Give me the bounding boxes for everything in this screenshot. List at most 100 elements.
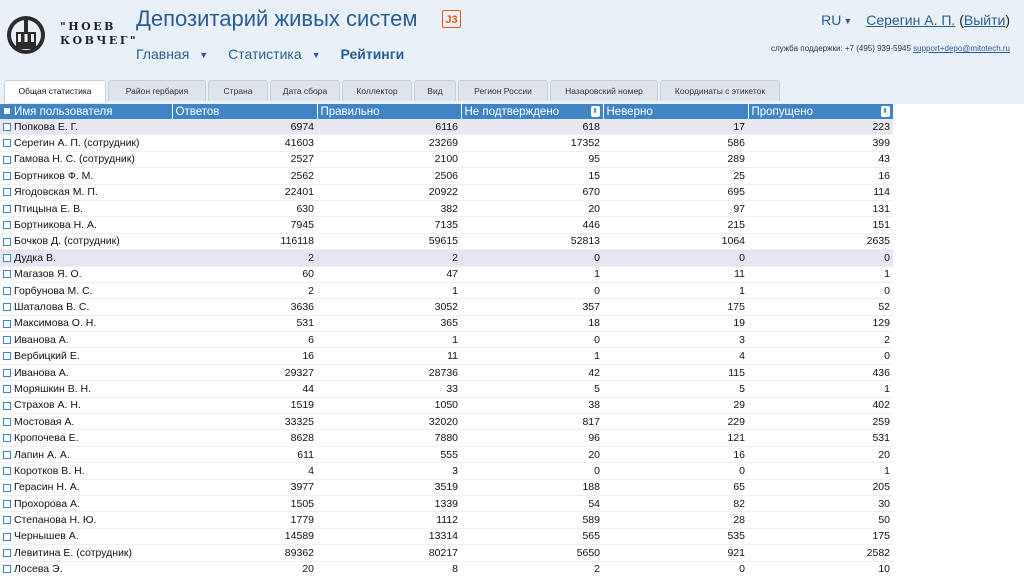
support-email-link[interactable]: support+depo@mitotech.ru xyxy=(913,44,1010,53)
tab-label-coordinates[interactable]: Координаты с этикеток xyxy=(660,80,780,101)
table-row[interactable]: Горбунова М. С. 2 1 0 1 0 xyxy=(0,282,893,300)
row-checkbox[interactable] xyxy=(3,450,11,459)
site-title[interactable]: Депозитарий живых систем xyxy=(136,6,418,32)
table-row[interactable]: Серегин А. П. (сотрудник) 41603 23269 17352… xyxy=(0,134,893,152)
table-row[interactable]: Моряшкин В. Н. 44 33 5 5 1 xyxy=(0,380,893,398)
row-checkbox[interactable] xyxy=(3,417,11,426)
table-row[interactable]: Шаталова В. С. 3636 3052 357 175 52 xyxy=(0,298,893,316)
row-checkbox[interactable] xyxy=(3,204,11,213)
row-checkbox[interactable] xyxy=(3,122,11,131)
cell-user-name: Иванова А. xyxy=(0,364,172,382)
cell-value: 96 xyxy=(461,429,603,447)
cell-user-name: Бортников Ф. М. xyxy=(0,167,172,185)
row-checkbox[interactable] xyxy=(3,221,11,230)
row-checkbox[interactable] xyxy=(3,270,11,279)
row-checkbox[interactable] xyxy=(3,549,11,558)
column-header-unconfirmed[interactable]: Не подтверждено ⬍ xyxy=(461,104,604,119)
cell-value: 97 xyxy=(603,200,748,218)
tab-general[interactable]: Общая статистика xyxy=(4,80,106,103)
nav-item-statistics[interactable]: Статистика ▼ xyxy=(228,46,328,62)
row-checkbox[interactable] xyxy=(3,188,11,197)
column-header-skipped[interactable]: Пропущено ⬍ xyxy=(748,104,894,119)
cell-value: 18 xyxy=(461,315,603,333)
table-row[interactable]: Степанова Н. Ю. 1779 1112 589 28 50 xyxy=(0,511,893,529)
table-row[interactable]: Кропочева Е. 8628 7880 96 121 531 xyxy=(0,429,893,447)
language-selector[interactable]: RU ▼ xyxy=(821,12,852,28)
ark-logo-icon[interactable] xyxy=(6,14,46,56)
table-row[interactable]: Лапин А. А. 611 555 20 16 20 xyxy=(0,446,893,464)
row-checkbox[interactable] xyxy=(3,467,11,476)
table-row[interactable]: Бочков Д. (сотрудник) 116118 59615 52813 106… xyxy=(0,233,893,251)
row-checkbox[interactable] xyxy=(3,319,11,328)
cell-value: 38 xyxy=(461,397,603,415)
row-checkbox[interactable] xyxy=(3,254,11,263)
cell-value: 1339 xyxy=(317,495,461,513)
row-checkbox[interactable] xyxy=(3,335,11,344)
tab-collector[interactable]: Коллектор xyxy=(342,80,412,101)
column-header-correct[interactable]: Правильно xyxy=(317,104,462,119)
row-checkbox[interactable] xyxy=(3,499,11,508)
cell-value: 2 xyxy=(748,331,893,349)
user-name-text: Горбунова М. С. xyxy=(14,284,93,297)
sort-icon[interactable]: ⬍ xyxy=(880,106,890,117)
user-name-link[interactable]: Серегин А. П. xyxy=(866,12,955,28)
tab-species[interactable]: Вид xyxy=(414,80,456,101)
row-checkbox[interactable] xyxy=(3,565,11,574)
table-row[interactable]: Лосева Э. 20 8 2 0 10 xyxy=(0,561,893,576)
user-name-text: Ягодовская М. П. xyxy=(14,186,98,199)
tab-country[interactable]: Страна xyxy=(208,80,268,101)
row-checkbox[interactable] xyxy=(3,434,11,443)
table-row[interactable]: Вербицкий Е. 16 11 1 4 0 xyxy=(0,347,893,365)
ratings-grid: Имя пользователя Ответов Правильно Не по… xyxy=(0,104,1024,576)
column-header-user[interactable]: Имя пользователя xyxy=(0,104,173,119)
cell-value: 17352 xyxy=(461,134,603,152)
table-row[interactable]: Мостовая А. 33325 32020 817 229 259 xyxy=(0,413,893,431)
table-row[interactable]: Бортникова Н. А. 7945 7135 446 215 151 xyxy=(0,216,893,234)
row-checkbox[interactable] xyxy=(3,139,11,148)
table-row[interactable]: Гамова Н. С. (сотрудник) 2527 2100 95 289 43 xyxy=(0,151,893,169)
j3-badge-icon[interactable]: J3 xyxy=(442,10,461,28)
support-info: служба поддержки: +7 (495) 939-5945 supp… xyxy=(771,44,1010,53)
table-row[interactable]: Чернышев А. 14589 13314 565 535 175 xyxy=(0,528,893,546)
row-checkbox[interactable] xyxy=(3,532,11,541)
tab-collection-date[interactable]: Дата сбора xyxy=(270,80,340,101)
table-row[interactable]: Иванова А. 6 1 0 3 2 xyxy=(0,331,893,349)
row-checkbox[interactable] xyxy=(3,155,11,164)
user-name-text: Серегин А. П. (сотрудник) xyxy=(14,137,140,150)
table-row[interactable]: Птицына Е. В. 630 382 20 97 131 xyxy=(0,200,893,218)
table-row[interactable]: Попкова Е. Г. 6974 6116 618 17 223 xyxy=(0,119,893,136)
column-header-answers[interactable]: Ответов xyxy=(172,104,318,119)
tab-russia-region[interactable]: Регион России xyxy=(458,80,548,101)
table-row[interactable]: Левитина Е. (сотрудник) 89362 80217 5650 921… xyxy=(0,544,893,562)
row-checkbox[interactable] xyxy=(3,401,11,410)
column-header-wrong[interactable]: Неверно xyxy=(603,104,749,119)
tab-nazarov-number[interactable]: Назаровский номер xyxy=(550,80,658,101)
row-checkbox[interactable] xyxy=(3,352,11,361)
logout-link[interactable]: Выйти xyxy=(964,12,1005,28)
user-name-text: Моряшкин В. Н. xyxy=(14,382,92,395)
table-row[interactable]: Коротков В. Н. 4 3 0 0 1 xyxy=(0,462,893,480)
table-row[interactable]: Бортников Ф. М. 2562 2506 15 25 16 xyxy=(0,167,893,185)
select-all-checkbox[interactable] xyxy=(3,107,11,116)
cell-value: 1050 xyxy=(317,397,461,415)
table-row[interactable]: Магазов Я. О. 60 47 1 11 1 xyxy=(0,266,893,283)
row-checkbox[interactable] xyxy=(3,237,11,246)
table-row[interactable]: Прохорова А. 1505 1339 54 82 30 xyxy=(0,495,893,513)
sort-icon[interactable]: ⬍ xyxy=(590,106,600,117)
table-row[interactable]: Страхов А. Н. 1519 1050 38 29 402 xyxy=(0,397,893,415)
row-checkbox[interactable] xyxy=(3,286,11,295)
row-checkbox[interactable] xyxy=(3,516,11,525)
table-row[interactable]: Герасин Н. А. 3977 3519 188 65 205 xyxy=(0,479,893,496)
table-row[interactable]: Иванова А. 29327 28736 42 115 436 xyxy=(0,364,893,382)
nav-item-home[interactable]: Главная ▼ xyxy=(136,46,216,62)
table-row[interactable]: Дудка В. 2 2 0 0 0 xyxy=(0,249,893,267)
row-checkbox[interactable] xyxy=(3,172,11,181)
row-checkbox[interactable] xyxy=(3,483,11,492)
row-checkbox[interactable] xyxy=(3,368,11,377)
row-checkbox[interactable] xyxy=(3,303,11,312)
table-row[interactable]: Ягодовская М. П. 22401 20922 670 695 114 xyxy=(0,184,893,201)
nav-item-ratings[interactable]: Рейтинги xyxy=(340,46,412,62)
table-row[interactable]: Максимова О. Н. 531 365 18 19 129 xyxy=(0,315,893,333)
row-checkbox[interactable] xyxy=(3,385,11,394)
tab-herbarium-region[interactable]: Район гербария xyxy=(108,80,206,101)
